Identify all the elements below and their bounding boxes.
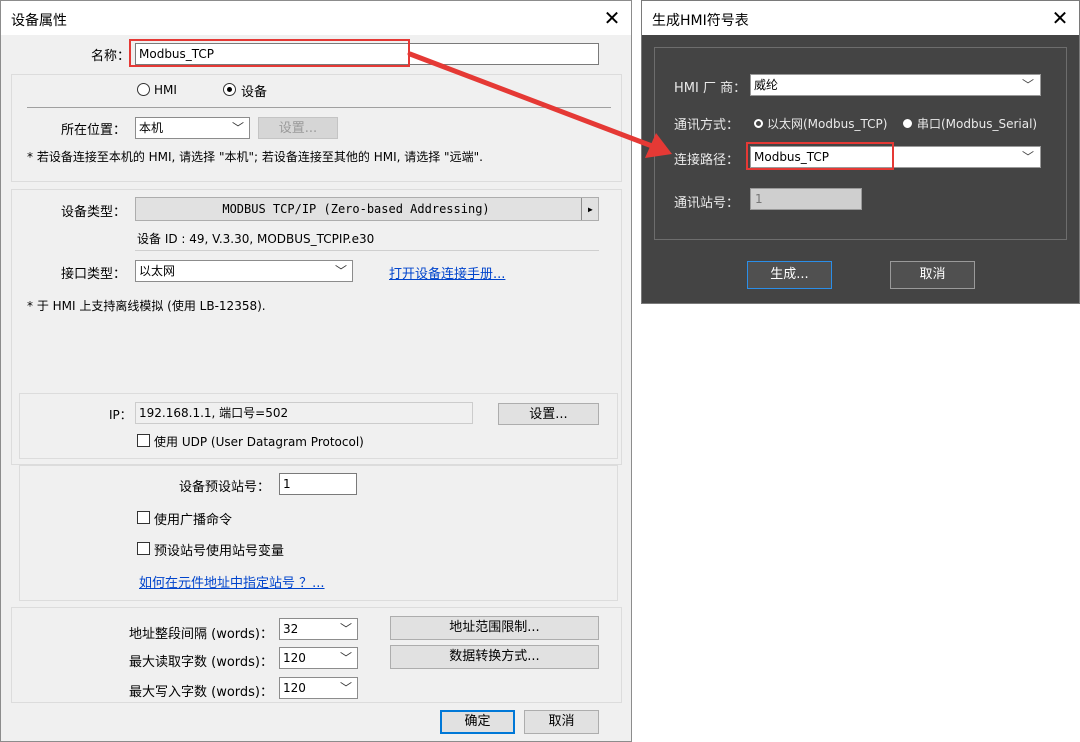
device-type-label: 设备类型： — [61, 205, 127, 220]
location-select-value: 本机 — [139, 121, 164, 135]
max-read-label: 最大读取字数 (words)： — [129, 655, 274, 670]
vendor-select-value: 威纶 — [754, 78, 779, 92]
comm-label: 通讯方式： — [674, 118, 740, 133]
default-station-label: 设备预设站号： — [179, 480, 271, 495]
broadcast-checkbox[interactable] — [137, 511, 150, 524]
hmi-dialog-body: HMI 厂 商： 威纶 ﹀ 通讯方式： 以太网(Modbus_TCP) 串口(M… — [642, 35, 1079, 303]
location-label: 所在位置： — [61, 123, 127, 138]
device-type-selector[interactable]: MODBUS TCP/IP (Zero-based Addressing) ▸ — [135, 197, 599, 221]
max-write-value: 120 — [283, 681, 306, 695]
vendor-label: HMI 厂 商： — [674, 81, 747, 96]
offline-note: * 于 HMI 上支持离线模拟 (使用 LB-12358). — [27, 299, 266, 313]
ip-label: IP： — [109, 408, 132, 422]
separator — [27, 107, 611, 108]
radio-hmi[interactable] — [137, 83, 150, 96]
location-select[interactable]: 本机 ﹀ — [135, 117, 250, 139]
generate-hmi-dialog: 生成HMI符号表 ✕ HMI 厂 商： 威纶 ﹀ 通讯方式： 以太网(Modbu… — [641, 0, 1080, 304]
name-highlight-box — [129, 39, 410, 67]
max-write-select[interactable]: 120 ﹀ — [279, 677, 358, 699]
location-settings-button[interactable]: 设置... — [258, 117, 338, 139]
device-info: 设备 ID : 49, V.3.30, MODBUS_TCPIP.e30 — [135, 227, 599, 251]
addr-interval-select[interactable]: 32 ﹀ — [279, 618, 358, 640]
radio-device[interactable] — [223, 83, 236, 96]
ip-field: 192.168.1.1, 端口号=502 — [135, 402, 473, 424]
interface-label: 接口类型： — [61, 267, 127, 282]
device-type-value: MODBUS TCP/IP (Zero-based Addressing) — [222, 202, 490, 216]
hmi-close-icon[interactable]: ✕ — [1045, 3, 1075, 33]
default-station-value: 1 — [283, 477, 291, 491]
ip-settings-button[interactable]: 设置... — [498, 403, 599, 425]
station-help-link[interactable]: 如何在元件地址中指定站号 ？... — [139, 572, 325, 591]
max-write-label: 最大写入字数 (words)： — [129, 685, 274, 700]
chevron-down-icon: ﹀ — [339, 651, 352, 665]
name-label: 名称： — [91, 49, 131, 64]
max-read-select[interactable]: 120 ﹀ — [279, 647, 358, 669]
chevron-down-icon: ﹀ — [1021, 150, 1034, 164]
chevron-down-icon: ﹀ — [339, 622, 352, 636]
max-read-value: 120 — [283, 651, 306, 665]
hmi-title-bar: 生成HMI符号表 ✕ — [642, 1, 1079, 35]
chevron-down-icon: ﹀ — [231, 121, 244, 135]
station-input: 1 — [750, 188, 862, 210]
station-var-checkbox[interactable] — [137, 542, 150, 555]
addr-interval-label: 地址整段间隔 (words)： — [129, 627, 274, 642]
broadcast-label: 使用广播命令 — [154, 513, 233, 528]
cancel-button[interactable]: 取消 — [524, 710, 599, 734]
vendor-select[interactable]: 威纶 ﹀ — [750, 74, 1041, 96]
close-icon[interactable]: ✕ — [597, 3, 627, 33]
path-label: 连接路径： — [674, 153, 740, 168]
interface-select-value: 以太网 — [139, 264, 176, 278]
hmi-dialog-title: 生成HMI符号表 — [652, 13, 749, 29]
arrow-right-icon: ▸ — [580, 198, 594, 220]
device-info-text: 设备 ID : 49, V.3.30, MODBUS_TCPIP.e30 — [137, 232, 375, 246]
title-bar: 设备属性 ✕ — [1, 1, 631, 35]
path-highlight-box — [746, 142, 894, 170]
station-input-value: 1 — [755, 192, 763, 206]
station-label: 通讯站号： — [674, 196, 740, 211]
radio-hmi-label: HMI — [154, 83, 177, 97]
location-note: * 若设备连接至本机的 HMI, 请选择 "本机"; 若设备连接至其他的 HMI… — [27, 150, 483, 164]
interface-select[interactable]: 以太网 ﹀ — [135, 260, 353, 282]
default-station-input[interactable]: 1 — [279, 473, 357, 495]
chevron-down-icon: ﹀ — [1021, 78, 1034, 92]
dialog-title: 设备属性 — [11, 13, 67, 29]
udp-label: 使用 UDP (User Datagram Protocol) — [154, 435, 364, 449]
device-manual-link[interactable]: 打开设备连接手册... — [389, 263, 505, 282]
addr-interval-value: 32 — [283, 622, 299, 636]
udp-checkbox[interactable] — [137, 434, 150, 447]
generate-button[interactable]: 生成... — [747, 261, 832, 289]
ip-field-value: 192.168.1.1, 端口号=502 — [139, 406, 289, 420]
address-limit-button[interactable]: 地址范围限制... — [390, 616, 599, 640]
data-convert-button[interactable]: 数据转换方式... — [390, 645, 599, 669]
comm-option-serial: 串口(Modbus_Serial) — [917, 117, 1038, 131]
station-var-label: 预设站号使用站号变量 — [154, 544, 285, 559]
comm-radio-ethernet[interactable] — [754, 119, 763, 128]
chevron-down-icon: ﹀ — [339, 681, 352, 695]
radio-device-label: 设备 — [241, 85, 268, 100]
device-properties-dialog: 设备属性 ✕ 名称： Modbus_TCP HMI 设备 所在位置： 本机 ﹀ … — [0, 0, 632, 742]
comm-option-ethernet: 以太网(Modbus_TCP) — [767, 117, 888, 131]
hmi-cancel-button[interactable]: 取消 — [890, 261, 975, 289]
chevron-down-icon: ﹀ — [334, 264, 347, 278]
ok-button[interactable]: 确定 — [440, 710, 515, 734]
comm-radio-serial[interactable] — [903, 119, 912, 128]
